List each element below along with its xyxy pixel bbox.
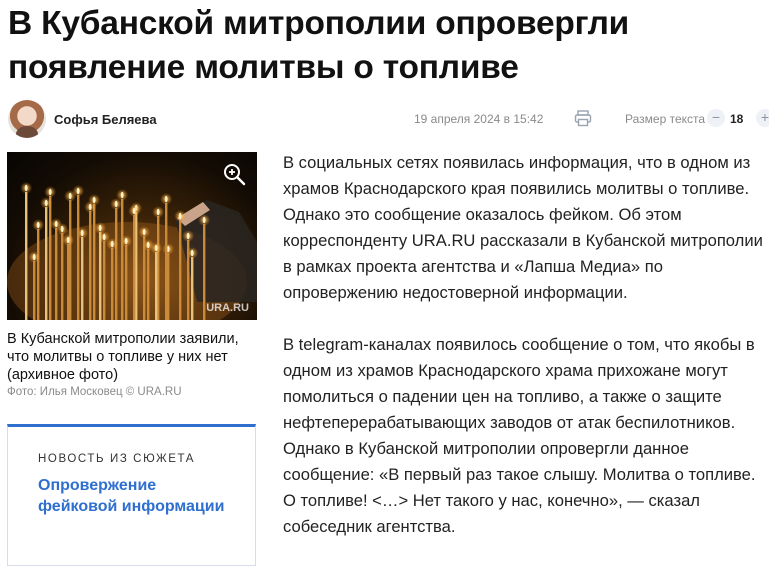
photo-credit: Фото: Илья Московец © URA.RU bbox=[7, 386, 182, 398]
increase-text-size-button[interactable]: + bbox=[756, 109, 769, 127]
author-name[interactable]: Софья Беляева bbox=[54, 112, 157, 127]
author-avatar[interactable] bbox=[8, 100, 46, 138]
story-label: НОВОСТЬ ИЗ СЮЖЕТА bbox=[38, 453, 196, 465]
article-title: В Кубанской митрополии опровергли появле… bbox=[8, 5, 630, 86]
story-link[interactable]: Опровержение фейковой информации bbox=[38, 475, 228, 517]
article-photo[interactable]: URA.RU bbox=[7, 152, 257, 320]
text-size-label: Размер текста bbox=[625, 112, 706, 126]
article-paragraph: В telegram-каналах появилось сообщение о… bbox=[283, 335, 756, 536]
decrease-text-size-button[interactable]: − bbox=[707, 109, 725, 127]
photo-caption: В Кубанской митрополии заявили, что моли… bbox=[7, 331, 239, 383]
zoom-in-icon[interactable] bbox=[222, 162, 246, 186]
printer-icon[interactable] bbox=[574, 109, 592, 127]
article-body: В социальных сетях появилась информация,… bbox=[283, 150, 765, 566]
article-meta: Софья Беляева 19 апреля 2024 в 15:42 Раз… bbox=[8, 100, 769, 140]
text-size-value: 18 bbox=[730, 112, 744, 126]
related-story-card: НОВОСТЬ ИЗ СЮЖЕТА Опровержение фейковой … bbox=[7, 424, 256, 566]
publish-date: 19 апреля 2024 в 15:42 bbox=[414, 112, 544, 126]
photo-watermark: URA.RU bbox=[206, 302, 249, 314]
article-paragraph: В социальных сетях появилась информация,… bbox=[283, 153, 763, 302]
candles-image bbox=[7, 182, 257, 320]
